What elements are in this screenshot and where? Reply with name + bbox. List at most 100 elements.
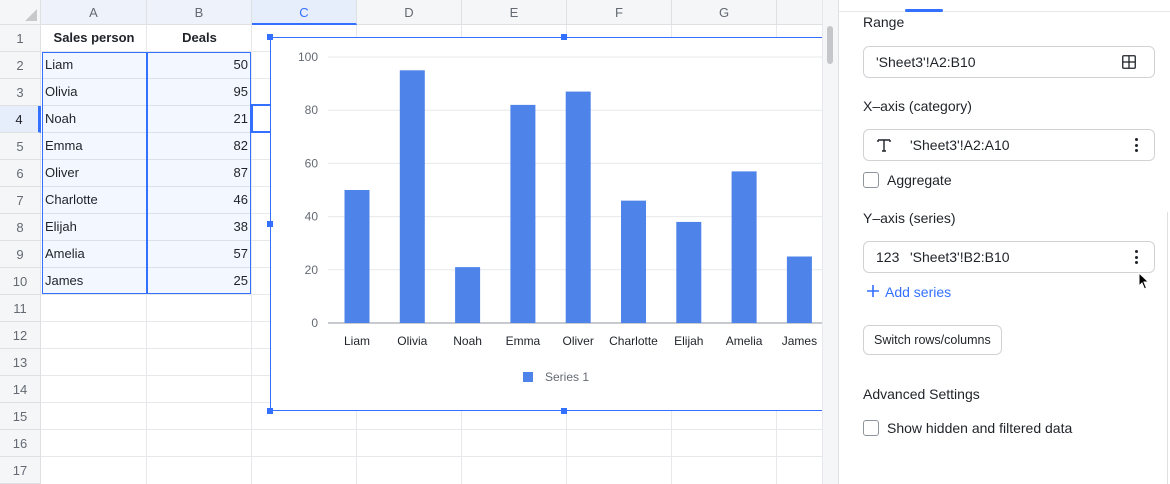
resize-handle-left[interactable] bbox=[267, 221, 273, 227]
cell-b8[interactable]: 38 bbox=[147, 213, 252, 240]
cell-b10[interactable]: 25 bbox=[147, 267, 252, 294]
number-type-icon: 123 bbox=[876, 249, 900, 265]
row-header-7[interactable]: 7 bbox=[0, 187, 41, 214]
cell-a5[interactable]: Emma bbox=[41, 132, 147, 159]
bar-james bbox=[786, 256, 812, 323]
column-header-d[interactable]: D bbox=[357, 0, 462, 25]
switch-rows-columns-button[interactable]: Switch rows/columns bbox=[863, 325, 1002, 355]
cell-a1[interactable]: Sales person bbox=[41, 24, 147, 51]
row-header-11[interactable]: 11 bbox=[0, 295, 41, 322]
cell-b1[interactable]: Deals bbox=[147, 24, 252, 51]
y-tick-label: 20 bbox=[305, 263, 319, 277]
row-header-12[interactable]: 12 bbox=[0, 322, 41, 349]
resize-handle-top[interactable] bbox=[561, 34, 567, 40]
cell-b2[interactable]: 50 bbox=[147, 51, 252, 78]
y-tick-label: 80 bbox=[305, 103, 319, 117]
column-header-h[interactable] bbox=[777, 0, 822, 25]
x-axis-more-icon[interactable] bbox=[1134, 138, 1138, 152]
resize-handle-bottom-left[interactable] bbox=[267, 408, 273, 414]
row-header-2[interactable]: 2 bbox=[0, 52, 41, 79]
cell-a4[interactable]: Noah bbox=[41, 105, 147, 132]
bar-elijah bbox=[676, 221, 702, 323]
row-header-13[interactable]: 13 bbox=[0, 349, 41, 376]
row-header-3[interactable]: 3 bbox=[0, 79, 41, 106]
x-tick-label: James bbox=[782, 334, 817, 348]
x-tick-label: Elijah bbox=[674, 334, 703, 348]
row-header-8[interactable]: 8 bbox=[0, 214, 41, 241]
chart-settings-panel: Range 'Sheet3'!A2:B10 X–axis (category) … bbox=[838, 0, 1170, 484]
column-header-g[interactable]: G bbox=[672, 0, 777, 25]
cell-b4[interactable]: 21 bbox=[147, 105, 252, 132]
range-title: Range bbox=[863, 14, 905, 30]
cell-a2[interactable]: Liam bbox=[41, 51, 147, 78]
plus-icon bbox=[867, 284, 879, 300]
row-header-10[interactable]: 10 bbox=[0, 268, 41, 295]
advanced-settings-title: Advanced Settings bbox=[863, 386, 980, 402]
panel-scrollbar[interactable] bbox=[1167, 212, 1168, 484]
cell-b6[interactable]: 87 bbox=[147, 159, 252, 186]
bar-emma bbox=[510, 104, 536, 323]
cell-b7[interactable]: 46 bbox=[147, 186, 252, 213]
legend-swatch bbox=[523, 372, 533, 382]
row-header-4[interactable]: 4 bbox=[0, 106, 41, 133]
resize-handle-top-left[interactable] bbox=[267, 34, 273, 40]
x-tick-label: Olivia bbox=[397, 334, 427, 348]
text-type-icon bbox=[876, 130, 892, 164]
row-header-9[interactable]: 9 bbox=[0, 241, 41, 268]
x-axis-value: 'Sheet3'!A2:A10 bbox=[910, 137, 1010, 153]
y-tick-label: 100 bbox=[298, 50, 318, 64]
select-all-corner[interactable] bbox=[0, 0, 41, 25]
row-header-1[interactable]: 1 bbox=[0, 25, 41, 52]
row-header-17[interactable]: 17 bbox=[0, 457, 41, 484]
cell-b3[interactable]: 95 bbox=[147, 78, 252, 105]
vertical-scrollbar[interactable] bbox=[827, 26, 833, 64]
cell-a7[interactable]: Charlotte bbox=[41, 186, 147, 213]
aggregate-label: Aggregate bbox=[887, 172, 952, 188]
bar-liam bbox=[344, 190, 370, 323]
x-tick-label: Liam bbox=[344, 334, 370, 348]
column-header-b[interactable]: B bbox=[147, 0, 252, 25]
column-header-f[interactable]: F bbox=[567, 0, 672, 25]
cell-a6[interactable]: Oliver bbox=[41, 159, 147, 186]
row-header-6[interactable]: 6 bbox=[0, 160, 41, 187]
show-hidden-checkbox[interactable] bbox=[863, 420, 879, 436]
active-tab-indicator bbox=[905, 9, 943, 12]
aggregate-checkbox[interactable] bbox=[863, 172, 879, 188]
row-header-5[interactable]: 5 bbox=[0, 133, 41, 160]
legend-label: Series 1 bbox=[545, 370, 589, 384]
range-field[interactable]: 'Sheet3'!A2:B10 bbox=[863, 46, 1155, 78]
bar-charlotte bbox=[621, 200, 646, 323]
cell-b5[interactable]: 82 bbox=[147, 132, 252, 159]
y-axis-field[interactable]: 123 'Sheet3'!B2:B10 bbox=[863, 241, 1155, 273]
add-series-button[interactable]: Add series bbox=[867, 284, 951, 300]
add-series-label: Add series bbox=[885, 284, 952, 300]
cell-b9[interactable]: 57 bbox=[147, 240, 252, 267]
y-axis-value: 'Sheet3'!B2:B10 bbox=[910, 249, 1010, 265]
x-tick-label: Amelia bbox=[726, 334, 763, 348]
y-axis-more-icon[interactable] bbox=[1134, 250, 1138, 264]
cell-a9[interactable]: Amelia bbox=[41, 240, 147, 267]
spreadsheet[interactable]: A B C D E F G 1 2 3 4 5 6 7 8 9 10 11 12… bbox=[0, 0, 822, 484]
x-axis-field[interactable]: 'Sheet3'!A2:A10 bbox=[863, 129, 1155, 161]
mouse-cursor-icon bbox=[1138, 271, 1150, 290]
x-axis-title: X–axis (category) bbox=[863, 98, 972, 114]
row-header-16[interactable]: 16 bbox=[0, 430, 41, 457]
resize-handle-bottom[interactable] bbox=[561, 408, 567, 414]
y-tick-label: 40 bbox=[305, 210, 319, 224]
x-tick-label: Oliver bbox=[563, 334, 594, 348]
cell-a3[interactable]: Olivia bbox=[41, 78, 147, 105]
row-header-14[interactable]: 14 bbox=[0, 376, 41, 403]
row-header-15[interactable]: 15 bbox=[0, 403, 41, 430]
bar-amelia bbox=[731, 171, 757, 323]
range-value: 'Sheet3'!A2:B10 bbox=[876, 54, 976, 70]
cell-a8[interactable]: Elijah bbox=[41, 213, 147, 240]
column-header-a[interactable]: A bbox=[41, 0, 147, 25]
x-tick-label: Charlotte bbox=[609, 334, 658, 348]
column-header-c[interactable]: C bbox=[252, 0, 357, 25]
select-range-icon[interactable] bbox=[1122, 55, 1136, 69]
cell-a10[interactable]: James bbox=[41, 267, 147, 294]
y-tick-label: 0 bbox=[311, 316, 318, 330]
bar-chart[interactable]: 0 20 40 60 80 100 Liam Olivia Noah Emma Oliver Char… bbox=[270, 37, 822, 411]
sheet-scroll-gutter bbox=[822, 0, 838, 484]
column-header-e[interactable]: E bbox=[462, 0, 567, 25]
